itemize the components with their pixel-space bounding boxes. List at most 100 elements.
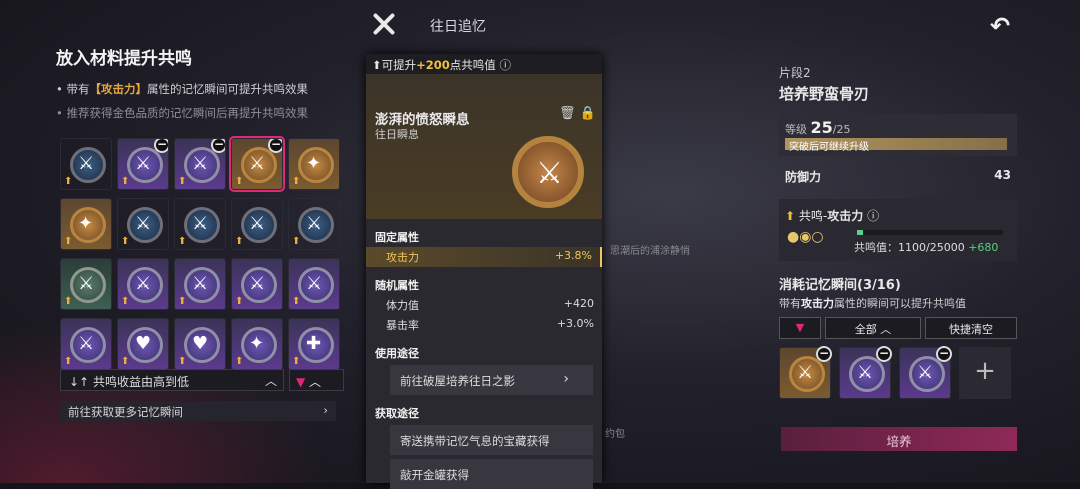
more-memories-link[interactable]: 前往获取更多记忆瞬间 › [60,401,336,421]
upgrade-arrow-icon: ⬆ [64,236,73,247]
memory-glyph-icon: ♥ [135,333,152,354]
memory-item[interactable]: ⚔ ⬆ [288,258,340,310]
panel-title: 放入材料提升共鸣 [56,49,192,69]
consume-slot[interactable]: ⚔ − [839,346,892,399]
memory-item[interactable]: ⚔ ⬆ [60,318,112,370]
faded-text: 约包 [605,429,625,440]
memory-item[interactable]: ⚔ ⬆ − [174,138,226,190]
upgrade-arrow-icon: ⬆ [178,236,187,247]
memory-glyph-icon: ⚔ [78,153,95,174]
tooltip-header: 澎湃的愤怒瞬息 往日瞬息 🗑 🔒 ⚔ [366,74,602,219]
get-path-button[interactable]: 敲开金罐获得 [390,459,593,489]
cultivate-button[interactable]: 培养 [781,427,1017,451]
quality-dropdown[interactable]: 全部 ︿ [825,317,921,339]
upgrade-arrow-icon: ⬆ [121,176,130,187]
memory-glyph-icon: ⚔ [192,213,209,234]
memory-item[interactable]: ✦ ⬆ [60,198,112,250]
resonance-panel: ⬆ 共鸣-攻击力 ⓘ ●◉○ 共鸣值：1100/25000 +680 [779,199,1017,261]
memory-glyph-icon: ✦ [249,333,265,354]
random-attr-title: 随机属性 [375,279,419,292]
memory-item[interactable]: ⚔ ⬆ [231,198,283,250]
memory-item[interactable]: ✚ ⬆ [288,318,340,370]
left-panel: 放入材料提升共鸣 • 带有【攻击力】属性的记忆瞬间可提升共鸣效果 • 推荐获得金… [56,44,346,121]
defense-row: 防御力 43 [785,168,1011,184]
use-path-button[interactable]: 前往破屋培养往日之影 › [390,365,593,395]
memory-item[interactable]: ✦ ⬆ [231,318,283,370]
close-icon[interactable] [370,10,396,36]
memory-glyph-icon: ⚔ [135,213,152,234]
consume-slot[interactable]: ⚔ − [779,346,832,399]
fixed-attr-title: 固定属性 [375,231,419,244]
remove-icon[interactable]: − [211,139,225,153]
remove-icon: − [876,346,892,362]
memory-glyph-icon: ⚔ [306,213,323,234]
back-arrow-icon[interactable]: ↶ [990,12,1010,40]
sort-dropdown[interactable]: ↓↑ 共鸣收益由高到低 ︿ [60,369,284,391]
memory-item[interactable]: ⚔ ⬆ [174,258,226,310]
memory-glyph-icon: ⚔ [249,153,266,174]
memory-item[interactable]: ⚔ ⬆ [60,138,112,190]
memory-item[interactable]: ⚔ ⬆ − [117,138,169,190]
memory-item[interactable]: ⚔ ⬆ [117,198,169,250]
upgrade-arrow-icon: ⬆ [64,356,73,367]
resonance-icon: ⬆ [785,209,796,223]
memory-glyph-icon: ✦ [78,213,94,234]
trash-lock-icons[interactable]: 🗑 🔒 [559,106,596,121]
attack-note: • 带有【攻击力】属性的记忆瞬间可提升共鸣效果 [56,82,308,96]
consume-title: 消耗记忆瞬间(3/16) [779,278,901,293]
memory-icon: ⚔ [512,136,584,208]
get-path-button[interactable]: 寄送携带记忆气息的宝藏获得 [390,425,593,455]
quick-clear-button[interactable]: 快捷清空 [925,317,1017,339]
memory-item[interactable]: ⚔ ⬆ [60,258,112,310]
upgrade-arrow-icon: ⬆ [292,296,301,307]
add-slot-icon[interactable]: + [959,347,1011,399]
memory-item[interactable]: ⚔ ⬆ [231,258,283,310]
memory-glyph-icon: ⚔ [135,273,152,294]
memory-item[interactable]: ⚔ ⬆ [117,258,169,310]
upgrade-arrow-icon: ⬆ [292,176,301,187]
use-title: 使用途径 [375,347,419,360]
info-icon[interactable]: ⓘ [867,209,879,223]
memory-glyph-icon: ✦ [306,153,322,174]
filter-icon[interactable]: ▼ [779,317,821,339]
memory-glyph-icon: ♥ [192,333,209,354]
remove-icon: − [816,346,832,362]
memory-glyph-icon: ⚔ [249,213,266,234]
upgrade-arrow-icon: ⬆ [235,176,244,187]
resonance-caption: ⬆可提升+200点共鸣值 ⓘ [366,54,602,74]
memory-item[interactable]: ⚔ ⬆ − [229,136,285,192]
memory-item[interactable]: ⚔ ⬆ [288,198,340,250]
upgrade-arrow-icon: ⬆ [178,176,187,187]
remove-icon[interactable]: − [268,139,282,153]
upgrade-arrow-icon: ⬆ [121,296,130,307]
fixed-attr-row: 攻击力 +3.8% [366,247,602,267]
memory-glyph-icon: ⚔ [192,273,209,294]
remove-icon: − [936,346,952,362]
memory-glyph-icon: ⚔ [135,153,152,174]
level-panel: 等级 25/25 突破后可继续升级 [779,114,1017,156]
upgrade-arrow-icon: ⬆ [178,296,187,307]
filter-button[interactable]: ▼ ︿ [289,369,344,391]
upgrade-arrow-icon: ⬆ [64,296,73,307]
memory-glyph-icon: ✚ [306,333,322,354]
upgrade-arrow-icon: ⬆ [64,176,73,187]
sort-icon: ↓↑ [69,375,90,389]
consume-slot[interactable]: ⚔ − [899,346,952,399]
random-attr-row: 暴击率 +3.0% [386,317,594,332]
chevron-right-icon: › [563,371,569,387]
memory-name: 澎湃的愤怒瞬息 [375,112,470,128]
memory-item[interactable]: ♥ ⬆ [117,318,169,370]
resonance-dots: ●◉○ [787,229,824,245]
gold-note: • 推荐获得金色品质的记忆瞬间后再提升共鸣效果 [56,106,308,120]
page-title: 往日追忆 [430,19,486,35]
memory-glyph-icon: ⚔ [78,273,95,294]
upgrade-arrow-icon: ⬆ [235,356,244,367]
memory-item[interactable]: ♥ ⬆ [174,318,226,370]
filter-icon: ▼ [296,375,306,389]
upgrade-arrow-icon: ⬆ [292,356,301,367]
remove-icon[interactable]: − [154,139,168,153]
memory-item[interactable]: ✦ ⬆ [288,138,340,190]
memory-item[interactable]: ⚔ ⬆ [174,198,226,250]
material-grid: ⚔ ⬆ ⚔ ⬆ − ⚔ ⬆ − ⚔ ⬆ − ✦ ⬆ ✦ ⬆ ⚔ ⬆ ⚔ ⬆ ⚔ ⬆ ⚔ ⬆ ⚔ ⬆ ⚔ ⬆ ⚔ ⬆ ⚔ ⬆ ⚔ ⬆ ⚔ ⬆ ♥ ⬆ ♥ ⬆ ✦… [60,136,340,370]
fragment-label: 片段2 [779,66,811,80]
